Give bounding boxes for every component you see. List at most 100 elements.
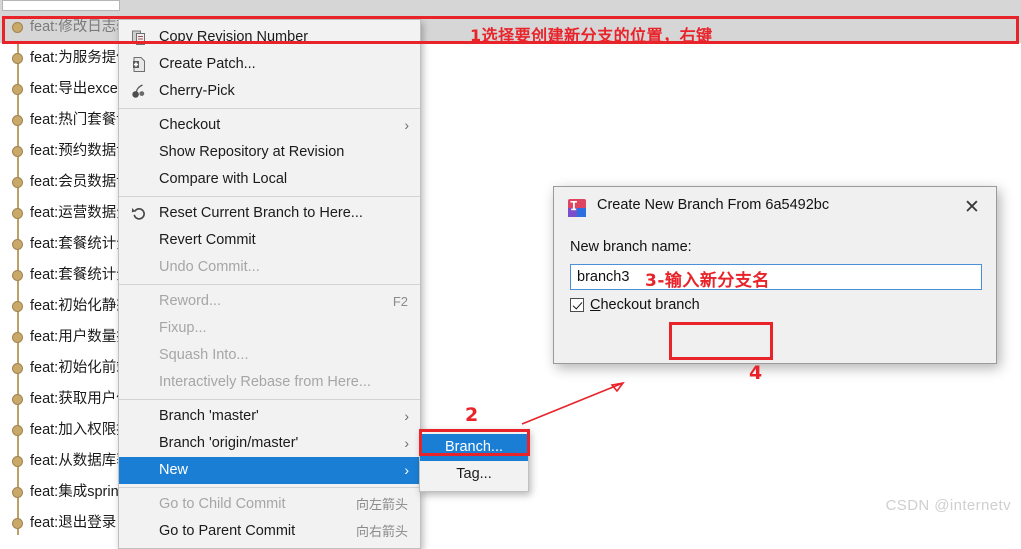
patch-icon [133, 57, 145, 72]
menu-item-branch-origin-master[interactable]: Branch 'origin/master' › [119, 430, 420, 457]
menu-item-label: Show Repository at Revision [159, 144, 345, 160]
menu-item-label: Copy Revision Number [159, 29, 309, 45]
checkout-accel-letter: C [590, 297, 601, 313]
commit-message: feat:热门套餐诶 [30, 112, 131, 128]
menu-item-go-to-parent-commit[interactable]: Go to Parent Commit 向右箭头 [119, 518, 420, 545]
menu-item-label: Reset Current Branch to Here... [159, 205, 363, 221]
commit-node-icon [12, 208, 23, 219]
reset-icon [131, 208, 145, 220]
menu-item-label: Squash Into... [159, 347, 249, 363]
checkout-branch-label: Checkout branch [590, 297, 700, 313]
commit-message: feat:导出excel [30, 81, 122, 97]
branch-name-input[interactable] [570, 264, 982, 290]
menu-item-label: New [159, 462, 189, 478]
commit-node-icon [12, 146, 23, 157]
close-icon[interactable]: ✕ [960, 196, 984, 220]
menu-item-squash-into: Squash Into... [119, 342, 420, 369]
menu-item-shortcut: F2 [392, 294, 408, 309]
checkbox-icon[interactable] [570, 298, 584, 312]
commit-node-icon [12, 84, 23, 95]
submenu-item-tag[interactable]: Tag... [420, 461, 528, 488]
create-branch-dialog[interactable]: Create New Branch From 6a5492bc ✕ New br… [553, 186, 997, 364]
menu-item-compare-with-local[interactable]: Compare with Local [119, 166, 420, 193]
commit-node-icon [12, 363, 23, 374]
patch-icon [131, 56, 148, 73]
menu-item-cherry-pick[interactable]: Cherry-Pick [119, 78, 420, 105]
intellij-idea-icon [568, 199, 586, 217]
commit-context-menu[interactable]: Copy Revision Number Create Patch... Cherr… [118, 19, 421, 549]
menu-item-reword: Reword... F2 [119, 288, 420, 315]
copy-icon [132, 30, 145, 45]
commit-node-icon [12, 394, 23, 405]
menu-item-create-patch[interactable]: Create Patch... [119, 51, 420, 78]
submenu-item-branch[interactable]: Branch... [420, 434, 528, 461]
commit-node-icon [12, 177, 23, 188]
commit-message: feat:加入权限控 [30, 422, 131, 438]
menu-item-label: Go to Parent Commit [159, 523, 296, 539]
commit-message: feat:初始化前端 [30, 360, 131, 376]
commit-message: feat:套餐统计分 [30, 236, 131, 252]
menu-item-label: Go to Child Commit [159, 496, 286, 512]
menu-separator [119, 284, 420, 285]
menu-item-label: Compare with Local [159, 171, 288, 187]
menu-item-interactively-rebase-from-here: Interactively Rebase from Here... [119, 369, 420, 396]
dialog-titlebar: Create New Branch From 6a5492bc ✕ [554, 187, 996, 229]
commit-node-icon [12, 425, 23, 436]
menu-item-label: Checkout [159, 117, 221, 133]
commit-message: feat:运营数据分 [30, 205, 131, 221]
menu-item-label: Undo Commit... [159, 259, 260, 275]
copy-icon [131, 29, 148, 46]
commit-message: feat:预约数据诶 [30, 143, 131, 159]
dialog-title: Create New Branch From 6a5492bc [597, 197, 830, 213]
commit-node-icon [12, 301, 23, 312]
menu-item-reset-current-branch-to-here[interactable]: Reset Current Branch to Here... [119, 200, 420, 227]
commit-node-icon [12, 22, 23, 33]
menu-item-branch-master[interactable]: Branch 'master' › [119, 403, 420, 430]
menu-item-revert-commit[interactable]: Revert Commit [119, 227, 420, 254]
commit-message: feat:套餐统计分 [30, 267, 131, 283]
chevron-right-icon: › [404, 117, 409, 133]
commit-node-icon [12, 53, 23, 64]
commit-message: feat:会员数据诶 [30, 174, 131, 190]
menu-item-shortcut: 向右箭头 [355, 524, 408, 539]
checkout-label-rest: heckout branch [600, 297, 700, 313]
commit-message: feat:初始化静态 [30, 298, 131, 314]
toolbar-strip [0, 0, 1021, 12]
log-filter-field[interactable] [2, 0, 120, 11]
commit-message: feat:获取用户信 [30, 391, 131, 407]
menu-item-label: Create Patch... [159, 56, 256, 72]
commit-message: feat:为服务提供 [30, 50, 131, 66]
commit-node-icon [12, 518, 23, 529]
commit-message: feat:从数据库获 [30, 453, 131, 469]
menu-separator [119, 196, 420, 197]
menu-item-fixup: Fixup... [119, 315, 420, 342]
menu-item-label: Cherry-Pick [159, 83, 235, 99]
chevron-right-icon: › [404, 435, 409, 451]
checkout-branch-checkbox[interactable]: Checkout branch [570, 297, 700, 313]
cherry-icon [132, 84, 145, 98]
menu-item-show-repository-at-revision[interactable]: Show Repository at Revision [119, 139, 420, 166]
reset-icon [131, 205, 148, 222]
new-submenu[interactable]: Branch... Tag... [419, 429, 529, 492]
commit-node-icon [12, 332, 23, 343]
menu-separator [119, 399, 420, 400]
menu-item-copy-revision-number[interactable]: Copy Revision Number [119, 24, 420, 51]
menu-item-undo-commit: Undo Commit... [119, 254, 420, 281]
menu-item-new[interactable]: New › [119, 457, 420, 484]
commit-node-icon [12, 115, 23, 126]
menu-item-label: Interactively Rebase from Here... [159, 374, 371, 390]
watermark: CSDN @internetv [885, 497, 1011, 514]
chevron-right-icon: › [404, 408, 409, 424]
commit-node-icon [12, 487, 23, 498]
commit-node-icon [12, 270, 23, 281]
menu-separator [119, 487, 420, 488]
menu-item-label: Branch 'origin/master' [159, 435, 299, 451]
menu-item-checkout[interactable]: Checkout › [119, 112, 420, 139]
menu-item-label: Fixup... [159, 320, 207, 336]
commit-message: feat:用户数量折 [30, 329, 131, 345]
menu-item-go-to-child-commit: Go to Child Commit 向左箭头 [119, 491, 420, 518]
commit-message: feat:集成spring [30, 484, 127, 500]
menu-item-label: Reword... [159, 293, 222, 309]
commit-node-icon [12, 239, 23, 250]
chevron-right-icon: › [404, 462, 409, 478]
